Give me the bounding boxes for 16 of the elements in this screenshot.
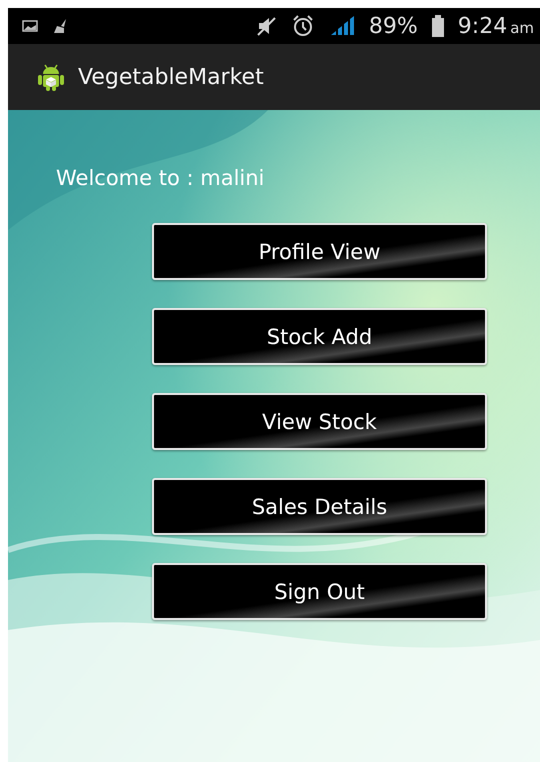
mute-icon bbox=[254, 15, 277, 37]
menu-button[interactable]: Sales Details bbox=[152, 478, 487, 535]
battery-percent: 89% bbox=[368, 14, 418, 38]
welcome-text: Welcome to : malini bbox=[56, 166, 266, 190]
app-title: VegetableMarket bbox=[78, 64, 264, 90]
clock-ampm: am bbox=[510, 18, 534, 36]
menu-button[interactable]: Sign Out bbox=[152, 563, 487, 620]
alarm-icon bbox=[290, 14, 315, 38]
menu-button[interactable]: Profile View bbox=[152, 223, 487, 280]
battery-icon bbox=[432, 15, 444, 37]
menu-button[interactable]: Stock Add bbox=[152, 308, 487, 365]
image-icon bbox=[22, 20, 38, 32]
android-icon bbox=[36, 62, 66, 92]
clock-time: 9:24 bbox=[458, 14, 508, 38]
menu-button[interactable]: View Stock bbox=[152, 393, 487, 450]
signal-icon bbox=[328, 15, 355, 37]
